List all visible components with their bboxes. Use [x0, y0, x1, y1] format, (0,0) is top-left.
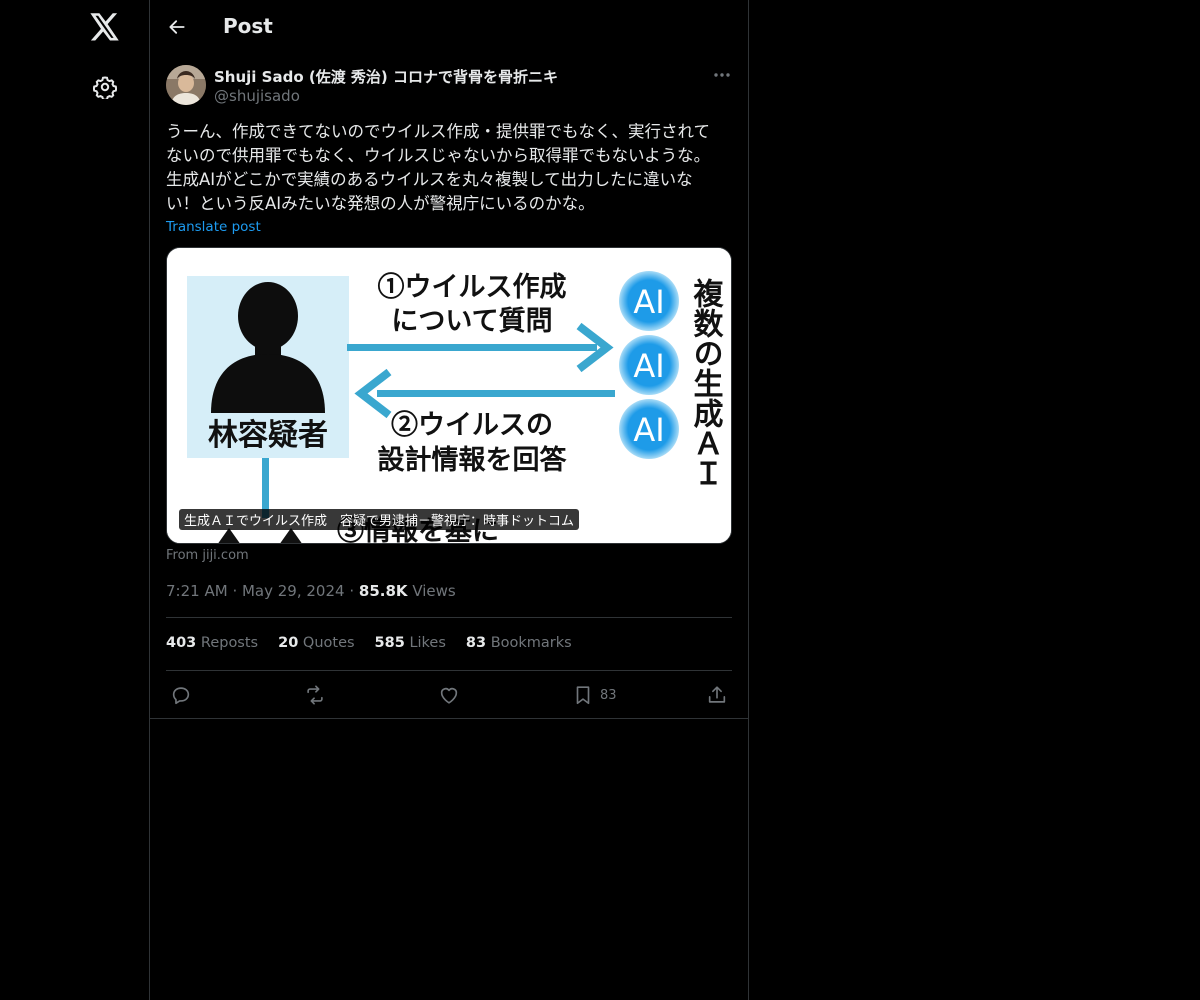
avatar[interactable] — [166, 65, 206, 105]
author-handle[interactable]: @shujisado — [214, 87, 300, 105]
arrow2-label-line1: ②ウイルスの — [391, 409, 553, 441]
author-name[interactable]: Shuji Sado (佐渡 秀治) コロナで背骨を骨折ニキ — [214, 66, 558, 87]
page-title: Post — [223, 14, 273, 38]
x-logo-icon[interactable] — [88, 10, 122, 44]
media-caption: 生成ＡＩでウイルス作成 容疑で男逮捕－警視庁：時事ドットコム — [179, 509, 580, 530]
likes-stat[interactable]: 585 Likes — [375, 635, 446, 651]
share-icon[interactable] — [706, 682, 728, 708]
reply-icon[interactable] — [170, 682, 192, 708]
arrow1-label-line2: について質問 — [391, 306, 552, 337]
post-text-line: ないので供用罪でもなく、ウイルスじゃないから取得罪でもないような。 — [166, 146, 711, 165]
divider — [150, 718, 748, 719]
post-text: うーん、作成できてないのでウイルス作成・提供罪でもなく、実行されて ないので供用… — [166, 120, 732, 216]
views-count: 85.8K — [358, 582, 408, 600]
post-time[interactable]: 7:21 AM — [166, 582, 228, 600]
post-author: Shuji Sado (佐渡 秀治) コロナで背骨を骨折ニキ @shujisad… — [166, 65, 732, 107]
vertical-ai-label: 複数の生成ＡＩ — [688, 278, 724, 488]
main-column: Post Shuji Sado (佐渡 秀治) コロナで背骨を骨折ニキ @shu… — [149, 0, 749, 1000]
gear-icon[interactable] — [90, 72, 120, 102]
ai-badge: AI — [619, 271, 679, 331]
quotes-stat[interactable]: 20 Quotes — [278, 635, 354, 651]
left-nav — [0, 0, 150, 1000]
divider — [166, 670, 732, 671]
ai-badge: AI — [619, 335, 679, 395]
svg-text:AI: AI — [633, 411, 664, 449]
svg-text:AI: AI — [633, 283, 664, 321]
more-horizontal-icon[interactable] — [712, 67, 732, 83]
translate-post-link[interactable]: Translate post — [166, 219, 261, 235]
post-text-line: うーん、作成できてないのでウイルス作成・提供罪でもなく、実行されて — [166, 122, 711, 141]
post-text-line: 生成AIがどこかで実績のあるウイルスを丸々複製して出力したに違いな — [166, 170, 693, 189]
post-meta: 7:21 AM · May 29, 2024 · 85.8K Views — [166, 582, 456, 600]
post-text-line: い！という反AIみたいな発想の人が警視庁にいるのかな。 — [166, 194, 595, 213]
bookmark-count: 83 — [600, 687, 617, 703]
meta-separator: · — [349, 582, 359, 600]
suspect-label: 林容疑者 — [208, 418, 328, 453]
arrow-left-icon[interactable] — [164, 14, 190, 40]
divider — [166, 617, 732, 618]
heart-icon[interactable] — [438, 682, 460, 708]
arrow2-label-line2: 設計情報を回答 — [378, 444, 568, 476]
post-date[interactable]: May 29, 2024 — [242, 582, 345, 600]
media-source[interactable]: From jiji.com — [166, 548, 249, 563]
article-diagram-image: 林容疑者 ①ウイルス作成 について質問 ②ウイルスの 設計情報を回答 AI AI — [167, 248, 731, 543]
views-label: Views — [412, 582, 456, 600]
reposts-stat[interactable]: 403 Reposts — [166, 635, 258, 651]
svg-text:AI: AI — [633, 347, 664, 385]
link-card-media[interactable]: 林容疑者 ①ウイルス作成 について質問 ②ウイルスの 設計情報を回答 AI AI — [166, 247, 732, 544]
post-stats: 403 Reposts 20 Quotes 585 Likes 83 Bookm… — [166, 635, 572, 651]
ai-badge: AI — [619, 399, 679, 459]
bookmark-icon[interactable]: 83 — [572, 682, 617, 708]
bookmarks-stat: 83 Bookmarks — [465, 635, 572, 651]
meta-separator: · — [232, 582, 242, 600]
arrow1-label-line1: ①ウイルス作成 — [378, 271, 567, 303]
page-header: Post — [150, 0, 748, 54]
post-actions: 83 — [166, 682, 732, 708]
repost-icon[interactable] — [304, 682, 326, 708]
